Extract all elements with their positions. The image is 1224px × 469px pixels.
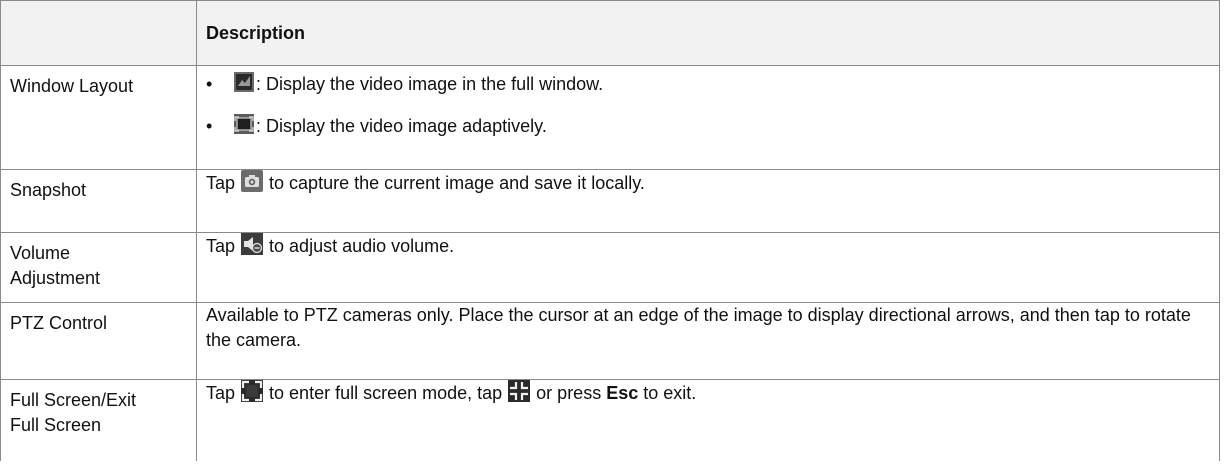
row-label-window-layout: Window Layout: [0, 65, 197, 170]
row-label-snapshot: Snapshot: [0, 169, 197, 233]
list-item: • : Display the video image adaptively.: [206, 108, 1213, 144]
adaptive-window-icon: [233, 113, 255, 135]
row-desc-ptz-control: Available to PTZ cameras only. Place the…: [196, 302, 1220, 380]
feature-description-table: Description Window Layout • : Display th…: [0, 0, 1220, 461]
label-line: Volume: [10, 243, 71, 263]
exit-fullscreen-icon: [508, 380, 531, 402]
header-description: Description: [196, 0, 1220, 66]
desc-text: Tap: [206, 172, 241, 193]
table-row: Full Screen/Exit Full Screen Tap to ente…: [0, 379, 1220, 461]
bullet-text: : Display the video image in the full wi…: [256, 73, 604, 94]
table-row: Volume Adjustment Tap to adjust audio vo…: [0, 232, 1220, 303]
desc-text: to exit.: [638, 382, 697, 403]
label-line: Full Screen/Exit: [10, 390, 137, 410]
row-desc-window-layout: • : Display the video image in the full …: [196, 65, 1220, 170]
table-row: PTZ Control Available to PTZ cameras onl…: [0, 302, 1220, 380]
table-header-row: Description: [0, 0, 1220, 66]
table-row: Snapshot Tap to capture the current imag…: [0, 169, 1220, 233]
bullet-dot: •: [206, 115, 213, 136]
table-row: Window Layout • : Display the video imag…: [0, 65, 1220, 170]
header-blank-cell: [0, 0, 197, 66]
full-window-icon: [233, 71, 255, 93]
label-line: Adjustment: [10, 268, 101, 288]
row-label-volume-adjustment: Volume Adjustment: [0, 232, 197, 303]
row-desc-snapshot: Tap to capture the current image and sav…: [196, 169, 1220, 233]
desc-text: or press: [531, 382, 607, 403]
desc-text: to adjust audio volume.: [264, 235, 455, 256]
desc-text: to capture the current image and save it…: [264, 172, 645, 193]
desc-text: to enter full screen mode, tap: [264, 382, 508, 403]
desc-text: Tap: [206, 382, 241, 403]
row-desc-volume-adjustment: Tap to adjust audio volume.: [196, 232, 1220, 303]
row-label-ptz-control: PTZ Control: [0, 302, 197, 380]
speaker-icon: [241, 233, 264, 255]
camera-icon: [241, 170, 264, 192]
bullet-text: : Display the video image adaptively.: [256, 115, 547, 136]
desc-text: Tap: [206, 235, 241, 256]
enter-fullscreen-icon: [241, 380, 264, 402]
row-label-full-screen: Full Screen/Exit Full Screen: [0, 379, 197, 461]
label-line: Full Screen: [10, 415, 102, 435]
esc-key-label: Esc: [606, 382, 639, 403]
bullet-dot: •: [206, 73, 213, 94]
row-desc-full-screen: Tap to enter full screen mode, tap or pr…: [196, 379, 1220, 461]
list-item: • : Display the video image in the full …: [206, 66, 1213, 102]
